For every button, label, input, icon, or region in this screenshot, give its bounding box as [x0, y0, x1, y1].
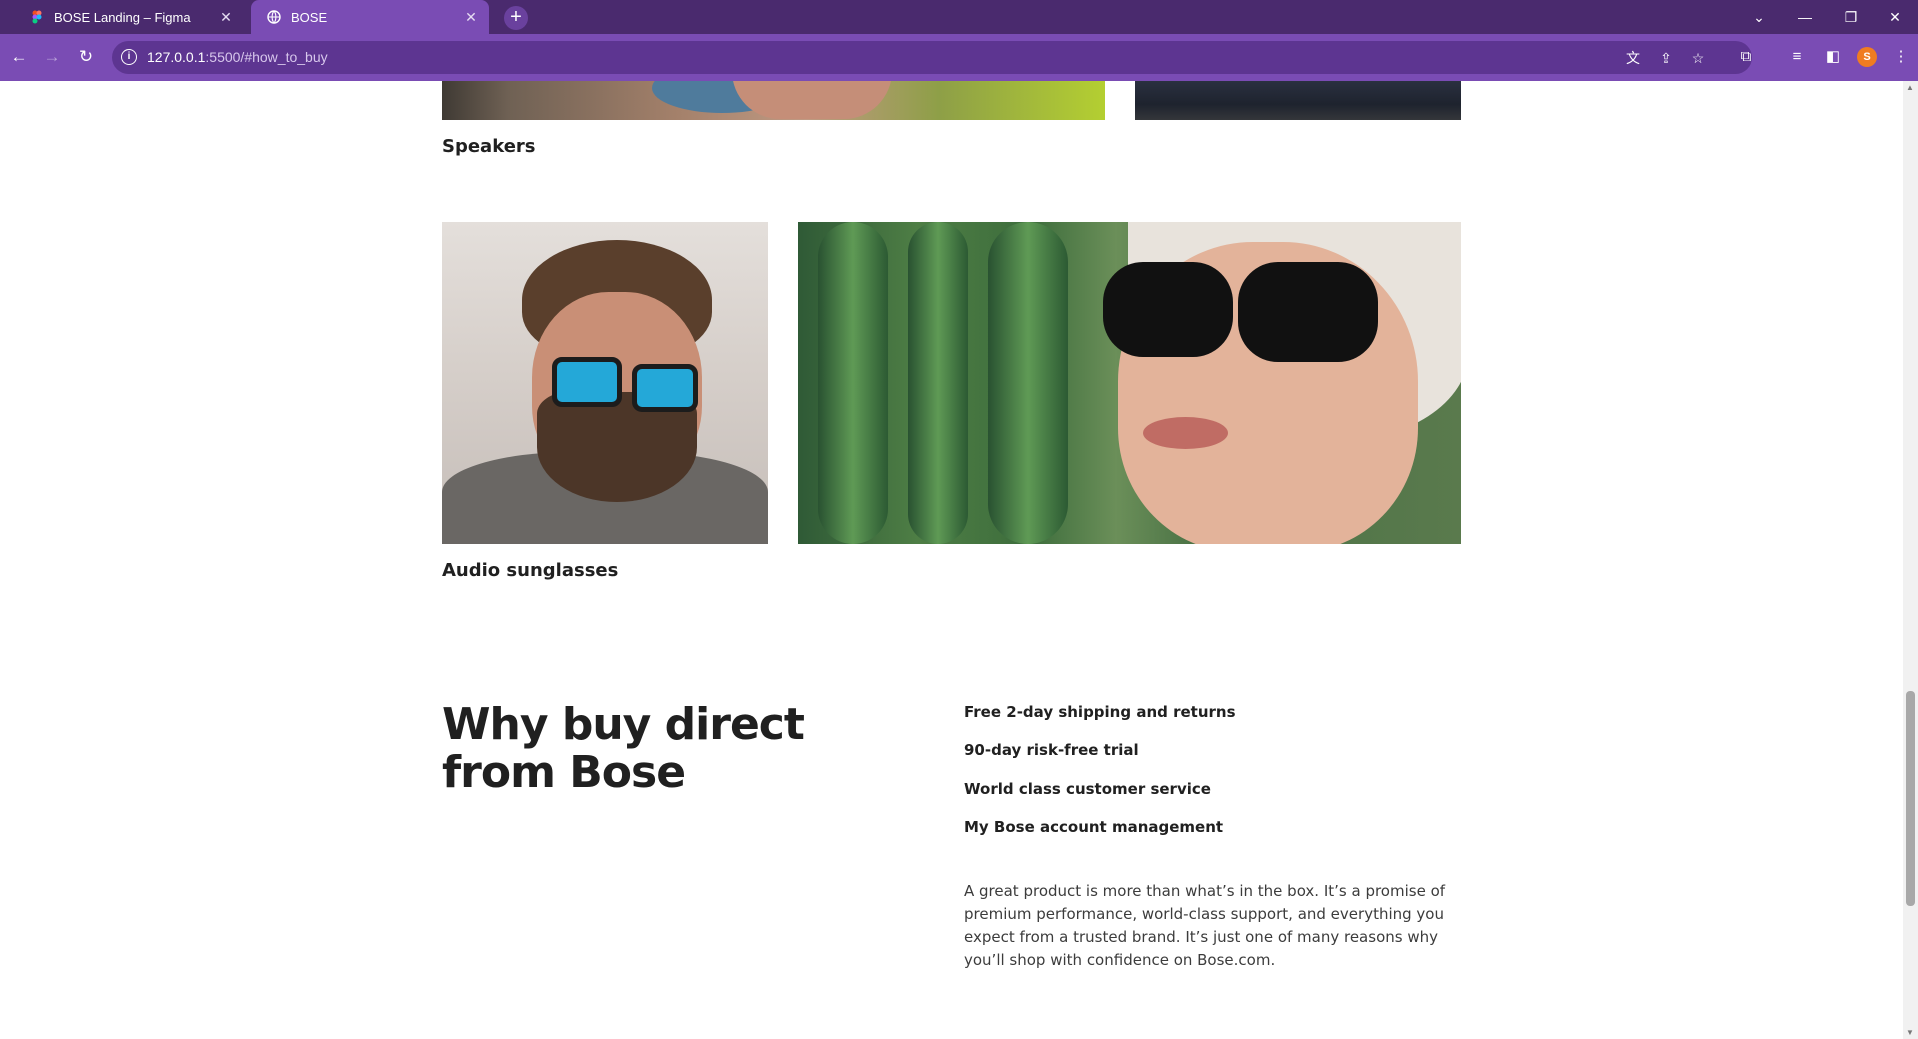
why-buy-description: A great product is more than what’s in t…: [964, 882, 1446, 969]
side-panel-icon[interactable]: ◧: [1822, 46, 1844, 68]
tab-bose[interactable]: BOSE ✕: [251, 0, 489, 34]
sunglasses-lens-left: [552, 357, 622, 407]
profile-avatar[interactable]: S: [1857, 47, 1877, 67]
url-path: :5500/#how_to_buy: [205, 49, 328, 65]
tab-bose-landing-figma[interactable]: BOSE Landing – Figma ✕: [22, 0, 244, 34]
browser-toolbar: ← → ↻ i 127.0.0.1:5500/#how_to_buy 文 ⇪ ☆…: [0, 34, 1918, 81]
url-text[interactable]: 127.0.0.1:5500/#how_to_buy: [147, 49, 328, 65]
why-buy-title: Why buy direct from Bose: [442, 699, 805, 798]
scroll-down-icon[interactable]: ▼: [1906, 1028, 1914, 1037]
lips-shape: [1143, 417, 1228, 449]
sunglasses-lens-right: [1238, 262, 1378, 362]
tab-title: BOSE Landing – Figma: [54, 9, 191, 25]
vertical-scrollbar[interactable]: ▲ ▼: [1903, 81, 1918, 1039]
minimize-icon[interactable]: —: [1782, 0, 1828, 34]
benefit-item: My Bose account management: [964, 818, 1224, 836]
speaker-product-image[interactable]: [442, 81, 1105, 120]
forward-icon[interactable]: →: [40, 45, 64, 69]
extensions-icon[interactable]: ⧉: [1735, 46, 1757, 68]
benefit-item: World class customer service: [964, 780, 1211, 798]
close-window-icon[interactable]: ✕: [1872, 0, 1918, 34]
back-icon[interactable]: ←: [7, 45, 31, 69]
category-label-audio-sunglasses[interactable]: Audio sunglasses: [442, 560, 618, 581]
audio-sunglasses-man-image[interactable]: [442, 222, 768, 544]
share-icon[interactable]: ⇪: [1657, 49, 1675, 67]
new-tab-button[interactable]: +: [504, 6, 528, 30]
globe-icon: [267, 10, 281, 24]
close-tab-icon[interactable]: ✕: [218, 9, 234, 25]
restore-icon[interactable]: ❐: [1828, 0, 1874, 34]
category-label-speakers[interactable]: Speakers: [442, 136, 536, 157]
close-tab-icon[interactable]: ✕: [463, 9, 479, 25]
scroll-up-icon[interactable]: ▲: [1906, 83, 1914, 92]
benefit-item: Free 2-day shipping and returns: [964, 703, 1236, 721]
cactus-shape: [908, 222, 968, 544]
speaker-lifestyle-image[interactable]: [1135, 81, 1461, 120]
hand-shape: [732, 81, 892, 119]
site-info-icon[interactable]: i: [121, 49, 137, 65]
tab-search-icon[interactable]: ⌄: [1736, 0, 1782, 34]
tab-title: BOSE: [291, 9, 328, 25]
figma-icon: [32, 10, 42, 24]
bookmark-star-icon[interactable]: ☆: [1689, 49, 1707, 67]
scrollbar-thumb[interactable]: [1906, 691, 1915, 906]
sunglasses-lens-right: [632, 364, 698, 412]
cactus-shape: [988, 222, 1068, 544]
address-bar[interactable]: i 127.0.0.1:5500/#how_to_buy 文 ⇪ ☆: [112, 41, 1752, 74]
cactus-shape: [818, 222, 888, 544]
reload-icon[interactable]: ↻: [74, 45, 98, 69]
translate-icon[interactable]: 文: [1624, 49, 1642, 67]
media-control-icon[interactable]: ≡: [1786, 46, 1808, 68]
sunglasses-lens-left: [1103, 262, 1233, 357]
browser-tab-strip: BOSE Landing – Figma ✕ BOSE ✕ + ⌄ — ❐ ✕: [0, 0, 1918, 34]
benefit-item: 90-day risk-free trial: [964, 741, 1139, 759]
url-host: 127.0.0.1: [147, 49, 206, 65]
page-viewport: Speakers Audio sunglasses Why buy direct…: [0, 81, 1918, 1039]
menu-kebab-icon[interactable]: ⋮: [1890, 46, 1912, 68]
audio-sunglasses-woman-image[interactable]: [798, 222, 1461, 544]
